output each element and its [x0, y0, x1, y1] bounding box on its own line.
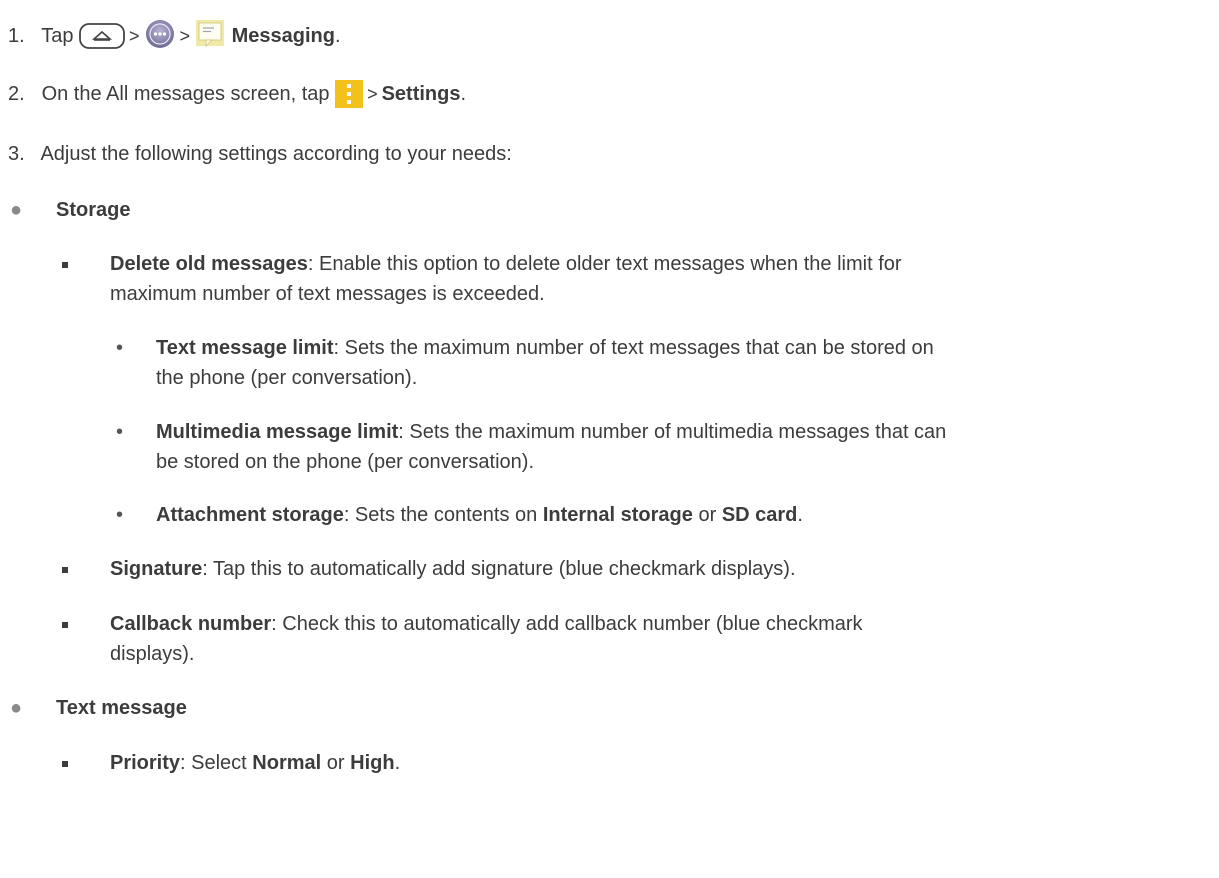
signature-item: Signature: Tap this to automatically add… — [110, 558, 796, 580]
dot-bullet: • — [116, 504, 124, 526]
attachment-storage-item: Attachment storage: Sets the contents on… — [156, 504, 803, 526]
messaging-app-icon — [194, 18, 226, 58]
step-number: 3. — [8, 143, 25, 165]
delete-old-messages-item: Delete old messages: Enable this option … — [110, 253, 902, 275]
multimedia-message-limit-item: Multimedia message limit: Sets the maxim… — [156, 421, 947, 443]
home-key-icon — [79, 22, 125, 58]
square-bullet — [62, 622, 68, 628]
menu-icon — [335, 80, 364, 116]
delete-old-messages-item-cont: maximum number of text messages is excee… — [110, 283, 545, 305]
step-3: 3. Adjust the following settings accordi… — [8, 140, 512, 168]
step-number: 1. — [8, 25, 25, 47]
apps-icon — [144, 18, 176, 58]
step-text: Adjust the following settings according … — [40, 143, 512, 165]
storage-heading: Storage — [56, 199, 131, 221]
step-text: Tap — [41, 25, 74, 47]
callback-number-item: Callback number: Check this to automatic… — [110, 613, 863, 635]
step-1: 1. Tap > > Messaging. — [8, 18, 341, 58]
callback-number-item-cont: displays). — [110, 643, 195, 665]
square-bullet — [62, 761, 68, 767]
text-message-limit-item: Text message limit: Sets the maximum num… — [156, 337, 934, 359]
multimedia-message-limit-item-cont: be stored on the phone (per conversation… — [156, 451, 535, 473]
dot-bullet: • — [116, 337, 124, 359]
text-message-bullet: ● — [10, 697, 23, 719]
square-bullet — [62, 262, 68, 268]
dot-bullet: • — [116, 421, 124, 443]
messaging-label: Messaging — [231, 25, 335, 47]
text-message-limit-item-cont: the phone (per conversation). — [156, 367, 418, 389]
step-text: On the All messages screen, tap — [41, 83, 330, 105]
settings-label: Settings — [381, 83, 461, 105]
storage-bullet: ● — [10, 199, 23, 221]
priority-item: Priority: Select Normal or High. — [110, 752, 401, 774]
text-message-heading: Text message — [56, 697, 187, 719]
square-bullet — [62, 567, 68, 573]
step-number: 2. — [8, 83, 25, 105]
step-2: 2. On the All messages screen, tap > Sett… — [8, 80, 466, 116]
